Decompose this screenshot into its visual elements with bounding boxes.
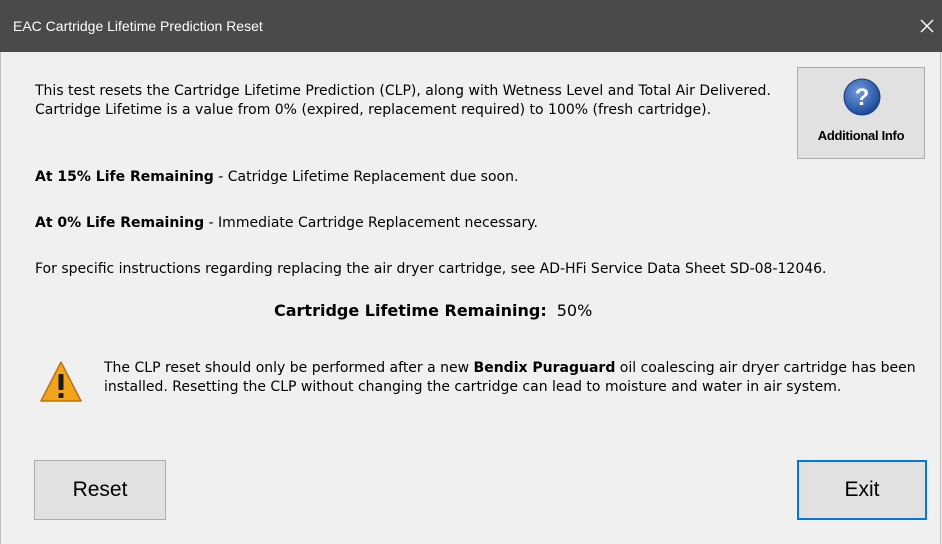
reset-button[interactable]: Reset (34, 460, 166, 520)
intro-text: This test resets the Cartridge Lifetime … (35, 83, 771, 118)
level-15-line: At 15% Life Remaining - Catridge Lifetim… (35, 168, 518, 187)
level-0-line: At 0% Life Remaining - Immediate Cartrid… (35, 214, 538, 233)
lifetime-value: 50% (556, 301, 593, 320)
dialog-content: This test resets the Cartridge Lifetime … (0, 52, 941, 544)
warning-icon (40, 361, 82, 402)
level-0-text: - Immediate Cartridge Replacement necess… (204, 215, 538, 231)
svg-text:?: ? (855, 84, 870, 111)
warning-text-before: The CLP reset should only be performed a… (104, 360, 474, 376)
lifetime-readout: Cartridge Lifetime Remaining: 50% (274, 300, 592, 322)
close-icon (920, 19, 934, 33)
help-icon: ? (843, 78, 881, 116)
additional-info-label: Additional Info (817, 128, 905, 143)
warning-brand: Bendix Puraguard (473, 360, 616, 376)
warning-text: The CLP reset should only be performed a… (104, 359, 919, 397)
level-0-heading: At 0% Life Remaining (35, 215, 205, 231)
title-bar: EAC Cartridge Lifetime Prediction Reset (0, 0, 942, 52)
exit-button[interactable]: Exit (797, 460, 927, 520)
additional-info-button[interactable]: ? Additional Info (797, 67, 925, 159)
window-title: EAC Cartridge Lifetime Prediction Reset (13, 18, 263, 34)
lifetime-label: Cartridge Lifetime Remaining: (274, 301, 547, 320)
level-15-text: - Catridge Lifetime Replacement due soon… (213, 169, 519, 185)
close-button[interactable] (912, 0, 942, 52)
level-15-heading: At 15% Life Remaining (35, 169, 214, 185)
instructions-text: For specific instructions regarding repl… (35, 261, 827, 277)
